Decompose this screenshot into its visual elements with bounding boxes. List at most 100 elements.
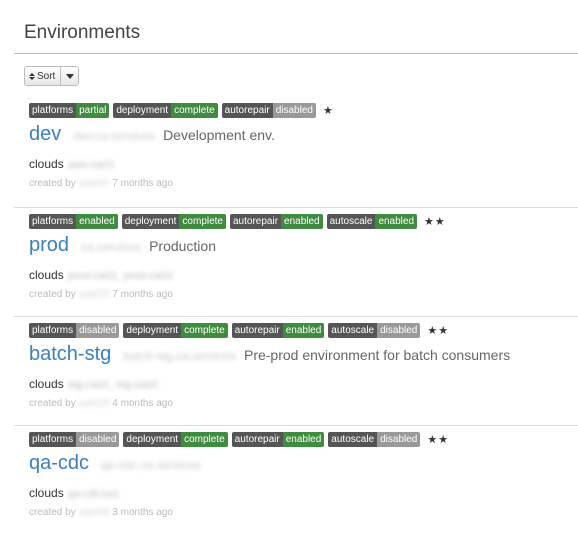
tag-value: complete [181,323,228,338]
tag-value: enabled [282,323,325,338]
status-tag: platforms disabled [29,323,120,338]
sort-updown-icon [29,72,35,80]
status-tag: deployment complete [121,214,226,229]
tag-value: disabled [377,432,421,447]
status-tag: autorepair disabled [221,103,316,118]
star-icon: ★ [322,105,334,117]
tag-value: complete [181,432,228,447]
sort-label: Sort [37,70,56,82]
tag-key: platforms [29,432,77,447]
env-name-link[interactable]: qa-cdc [29,452,89,475]
environment-card: platforms disabled deployment complete autor… [14,425,578,535]
created-prefix: created by [29,507,76,518]
clouds-label: clouds [29,157,64,171]
created-prefix: created by [29,398,76,409]
environment-card: platforms enabled deployment complete autore… [14,207,578,317]
clouds-row: clouds prod-ca01, prod-ca02 [29,268,173,282]
tag-row: platforms disabled deployment complete autor… [29,323,449,338]
tag-key: autorepair [231,323,283,338]
tag-value: complete [171,103,218,118]
sort-dropdown-toggle[interactable] [61,66,80,86]
created-by-user: user02 [78,289,110,300]
tag-value: partial [76,103,110,118]
environment-card: platforms disabled deployment complete autor… [14,316,578,426]
tag-value: enabled [76,214,118,229]
tag-value: disabled [377,323,421,338]
created-ago: 4 months ago [112,398,173,409]
tag-key: deployment [121,214,180,229]
created-by-user: user03 [78,398,110,409]
env-name-link[interactable]: prod [29,234,69,257]
tag-key: deployment [113,103,172,118]
env-domain: ca.services [81,240,142,254]
tag-key: platforms [29,323,77,338]
clouds-label: clouds [29,268,64,282]
env-name-row: dev dev.ca.services Development env. [29,123,275,146]
env-name-link[interactable]: dev [29,123,61,146]
clouds-value: prod-ca01, prod-ca02 [67,270,173,282]
created-by-user: user04 [78,507,110,518]
status-tag: deployment complete [113,103,218,118]
status-tag: deployment complete [123,432,228,447]
env-name-row: prod ca.services Production [29,234,216,257]
tag-key: autoscale [328,432,378,447]
status-tag: autoscale disabled [328,323,421,338]
tag-row: platforms enabled deployment complete autore… [29,214,446,229]
created-prefix: created by [29,178,76,189]
star-icon: ★★ [427,434,450,446]
clouds-row: clouds qa-cdc1a1 [29,486,119,500]
created-ago: 7 months ago [112,178,173,189]
created-ago: 7 months ago [112,289,173,300]
tag-value: disabled [272,103,316,118]
env-domain: batch-stg.ca.services [123,349,236,363]
sort-button[interactable]: Sort [24,66,62,86]
tag-key: autorepair [231,432,283,447]
env-description: Production [149,238,216,254]
clouds-row: clouds aws-ca01 [29,157,115,171]
status-tag: autorepair enabled [231,323,325,338]
title-divider [14,53,578,54]
tag-key: autoscale [326,214,376,229]
tag-key: autorepair [221,103,273,118]
clouds-label: clouds [29,486,64,500]
created-row: created by user03 4 months ago [29,398,173,409]
status-tag: deployment complete [123,323,228,338]
env-name-row: qa-cdc qa-cdc.ca.services [29,452,208,475]
tag-value: complete [179,214,226,229]
tag-key: deployment [123,323,182,338]
status-tag: platforms enabled [29,214,118,229]
tag-value: disabled [76,323,120,338]
environment-card: platforms partial deployment complete autore… [14,97,578,206]
status-tag: autorepair enabled [230,214,323,229]
status-tag: platforms partial [29,103,110,118]
clouds-label: clouds [29,377,64,391]
tag-value: disabled [76,432,120,447]
tag-row: platforms partial deployment complete autore… [29,103,334,118]
clouds-row: clouds stg-ca01, stg-ca02 [29,377,158,391]
tag-value: enabled [375,214,418,229]
clouds-value: aws-ca01 [67,159,115,171]
tag-row: platforms disabled deployment complete autor… [29,432,449,447]
env-domain: dev.ca.services [73,129,156,143]
env-description: Pre-prod environment for batch consumers [243,347,511,363]
clouds-value: qa-cdc1a1 [67,488,120,500]
created-ago: 3 months ago [112,507,173,518]
tag-value: enabled [281,214,323,229]
created-by-user: user01 [78,178,110,189]
status-tag: autoscale enabled [326,214,418,229]
tag-key: platforms [29,103,77,118]
env-name-link[interactable]: batch-stg [29,343,111,366]
clouds-value: stg-ca01, stg-ca02 [67,379,159,391]
tag-key: deployment [123,432,182,447]
env-name-row: batch-stg batch-stg.ca.services Pre-prod e… [29,343,510,366]
tag-key: autoscale [328,323,378,338]
tag-value: enabled [282,432,325,447]
status-tag: platforms disabled [29,432,120,447]
status-tag: autoscale disabled [328,432,421,447]
env-description: Development env. [163,127,275,143]
status-tag: autorepair enabled [231,432,325,447]
created-row: created by user04 3 months ago [29,507,173,518]
created-row: created by user01 7 months ago [29,178,173,189]
tag-key: platforms [29,214,77,229]
tag-key: autorepair [230,214,282,229]
